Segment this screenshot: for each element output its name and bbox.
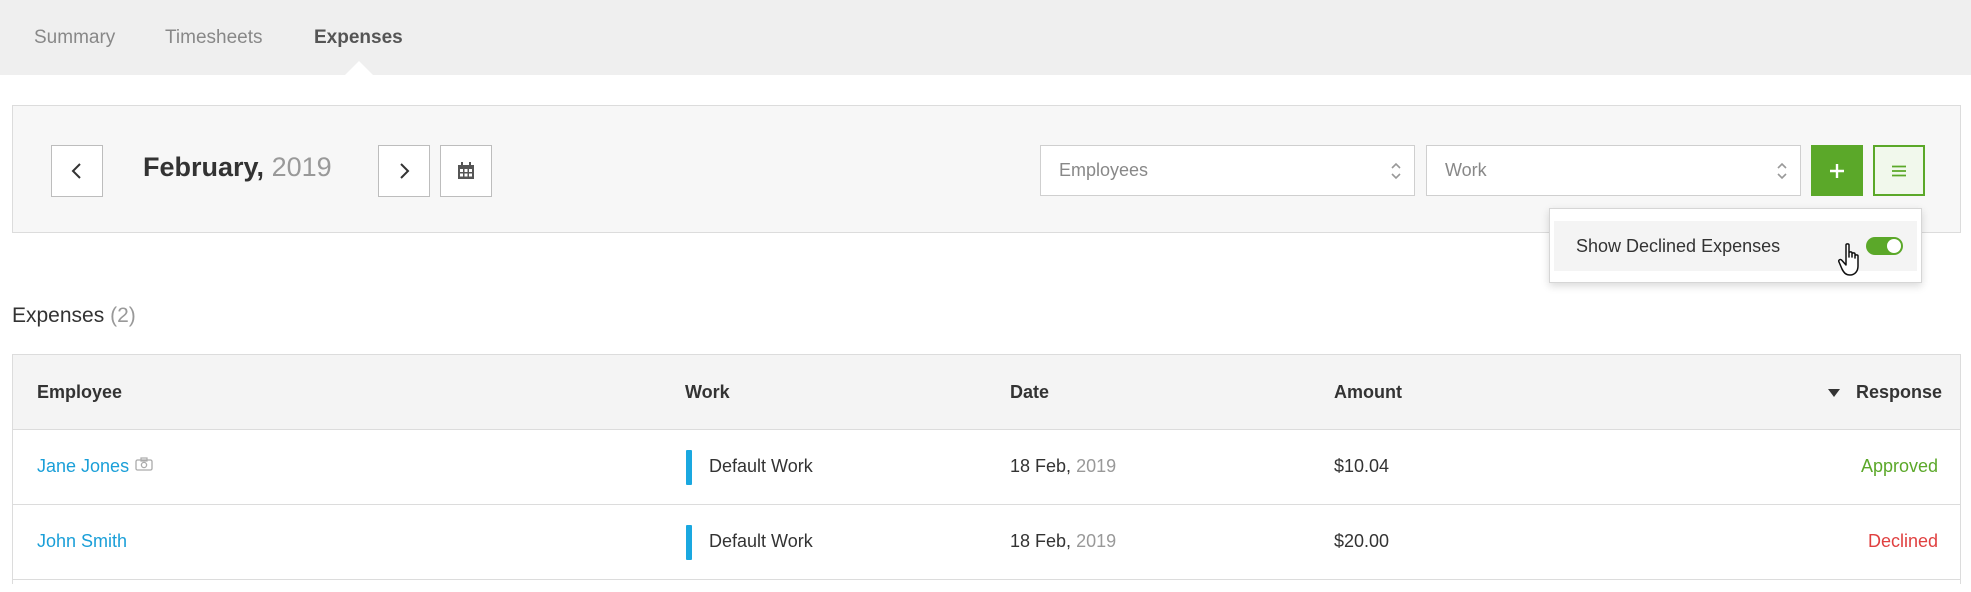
expense-date-day: 18 Feb,	[1010, 531, 1072, 551]
active-tab-pointer	[345, 61, 373, 75]
options-menu-button[interactable]	[1873, 145, 1925, 196]
tab-timesheets[interactable]: Timesheets	[165, 27, 263, 49]
tab-expenses[interactable]: Expenses	[314, 27, 403, 49]
work-name: Default Work	[709, 456, 813, 476]
column-header-response[interactable]: Response	[1856, 382, 1942, 403]
section-title-text: Expenses	[12, 304, 105, 327]
select-caret-icon	[1391, 162, 1401, 180]
work-select[interactable]: Work	[1426, 145, 1801, 196]
expense-date: 18 Feb, 2019	[1010, 531, 1116, 552]
next-month-button[interactable]	[378, 145, 430, 197]
calendar-icon	[458, 162, 474, 179]
select-caret-icon	[1777, 162, 1787, 180]
hamburger-menu-icon	[1892, 165, 1906, 176]
response-status: Approved	[1860, 456, 1938, 476]
employee-name-link[interactable]: John Smith	[37, 531, 127, 552]
expense-amount: $10.04	[1334, 456, 1390, 476]
expense-date-year: 2019	[1076, 456, 1117, 476]
table-row[interactable]: Jane Jones Default Work 18 Feb, 2019 $10…	[13, 430, 1960, 505]
column-header-work[interactable]: Work	[685, 382, 730, 403]
section-title: Expenses (2)	[12, 304, 136, 328]
tab-bar: Summary Timesheets Expenses	[0, 0, 1971, 75]
options-dropdown: Show Declined Expenses	[1549, 208, 1922, 283]
show-declined-toggle[interactable]	[1866, 237, 1903, 255]
employee-name-link[interactable]: Jane Jones	[37, 456, 129, 477]
work-name: Default Work	[709, 531, 813, 551]
expense-date-day: 18 Feb,	[1010, 456, 1072, 476]
column-header-employee[interactable]: Employee	[37, 382, 122, 403]
plus-icon	[1830, 163, 1844, 178]
previous-month-button[interactable]	[51, 145, 103, 197]
expense-date: 18 Feb, 2019	[1010, 456, 1116, 477]
expense-count: (2)	[110, 304, 136, 327]
table-header: Employee Work Date Amount Response	[13, 355, 1960, 430]
month-label: February,	[143, 152, 265, 182]
add-expense-button[interactable]	[1811, 145, 1863, 196]
work-color-bar	[686, 525, 692, 560]
response-status: Declined	[1867, 531, 1938, 551]
table-row[interactable]: John Smith Default Work 18 Feb, 2019 $20…	[13, 505, 1960, 580]
camera-icon	[135, 457, 153, 471]
expense-amount: $20.00	[1334, 531, 1390, 551]
year-label: 2019	[271, 152, 332, 182]
chevron-left-icon	[71, 163, 81, 179]
toggle-knob	[1887, 239, 1901, 253]
chevron-right-icon	[400, 163, 410, 179]
calendar-button[interactable]	[440, 145, 492, 197]
column-header-amount[interactable]: Amount	[1334, 382, 1402, 403]
employees-select-placeholder: Employees	[1059, 160, 1149, 180]
column-header-date[interactable]: Date	[1010, 382, 1049, 403]
month-year-label: February, 2019	[143, 152, 332, 183]
show-declined-label: Show Declined Expenses	[1576, 236, 1781, 256]
hand-cursor-icon	[1838, 243, 1859, 276]
expenses-table: Employee Work Date Amount Response Jane …	[12, 354, 1961, 584]
sort-descending-icon	[1828, 389, 1840, 397]
tab-summary[interactable]: Summary	[34, 27, 115, 49]
expense-date-year: 2019	[1076, 531, 1117, 551]
work-color-bar	[686, 450, 692, 485]
work-select-placeholder: Work	[1445, 160, 1487, 180]
employees-select[interactable]: Employees	[1040, 145, 1415, 196]
